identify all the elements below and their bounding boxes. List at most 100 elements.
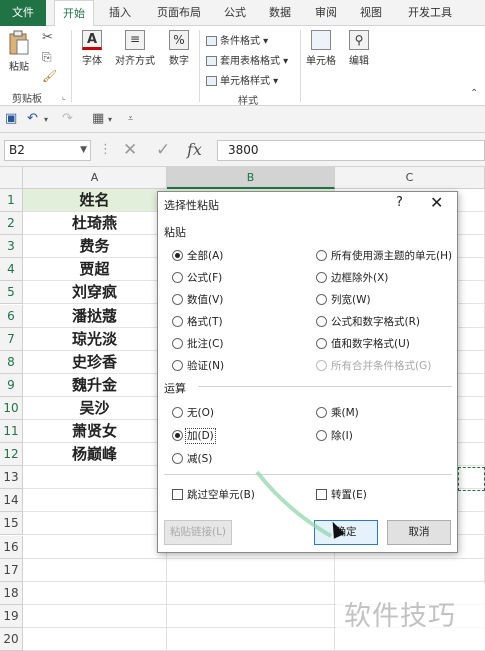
cell-a[interactable] [23, 604, 167, 628]
paste-option-column-widths[interactable]: 列宽(W) [316, 292, 371, 307]
paste-option-values-number-formats[interactable]: 值和数字格式(U) [316, 336, 410, 351]
redo-icon[interactable]: ↷ [62, 111, 73, 126]
cancel-button[interactable]: 取消 [387, 520, 451, 545]
tab-developer[interactable]: 开发工具 [402, 0, 458, 26]
column-header-c[interactable]: C [335, 167, 485, 189]
row-header[interactable]: 9 [0, 373, 23, 397]
help-button[interactable]: ? [396, 195, 403, 210]
cell-a[interactable]: 贾超 [23, 258, 167, 282]
row-header[interactable]: 10 [0, 396, 23, 420]
conditional-format-button[interactable]: 条件格式 ▾ [206, 32, 268, 47]
paste-option-source-theme[interactable]: 所有使用源主题的单元(H) [316, 248, 452, 263]
cell-a[interactable]: 杜琦燕 [23, 212, 167, 236]
cell-a[interactable]: 魏升金 [23, 373, 167, 397]
formula-input[interactable]: 3800 [217, 140, 485, 161]
row-header[interactable]: 14 [0, 489, 23, 513]
cell-a[interactable]: 姓名 [23, 189, 167, 213]
row-header[interactable]: 6 [0, 304, 23, 328]
skip-blanks-checkbox[interactable]: 跳过空单元(B) [172, 487, 255, 502]
cell-a[interactable] [23, 535, 167, 559]
row-header[interactable]: 18 [0, 581, 23, 605]
column-header-a[interactable]: A [23, 167, 167, 189]
undo-dropdown-icon[interactable]: ▾ [44, 115, 48, 124]
row-header[interactable]: 8 [0, 350, 23, 374]
row-header[interactable]: 12 [0, 443, 23, 467]
tab-data[interactable]: 数据 [262, 0, 298, 26]
cell-a[interactable]: 杨巅峰 [23, 443, 167, 467]
row-header[interactable]: 7 [0, 327, 23, 351]
save-icon[interactable]: ▣ [5, 111, 17, 126]
cell-c[interactable] [335, 558, 485, 582]
cell-a[interactable]: 刘穿疯 [23, 281, 167, 305]
row-header[interactable]: 20 [0, 627, 23, 651]
row-header[interactable]: 5 [0, 281, 23, 305]
number-button[interactable]: % 数字 [165, 30, 193, 67]
alignment-button[interactable]: ≡ 对齐方式 [112, 30, 158, 67]
cancel-icon[interactable]: ✕ [123, 140, 137, 160]
row-header[interactable]: 17 [0, 558, 23, 582]
paste-option-validation[interactable]: 验证(N) [172, 358, 224, 373]
paste-option-formulas-number-formats[interactable]: 公式和数字格式(R) [316, 314, 420, 329]
name-box-dropdown-icon[interactable]: ▼ [80, 141, 87, 160]
paste-link-button[interactable]: 粘贴链接(L) [164, 520, 232, 545]
paste-option-comments[interactable]: 批注(C) [172, 336, 224, 351]
operation-option-divide[interactable]: 除(I) [316, 428, 353, 443]
paste-option-formats[interactable]: 格式(T) [172, 314, 223, 329]
table-format-button[interactable]: 套用表格格式 ▾ [206, 52, 288, 67]
paste-option-formulas[interactable]: 公式(F) [172, 270, 222, 285]
copy-icon[interactable]: ⎘ [42, 50, 52, 65]
paste-button[interactable]: 粘贴 [4, 30, 34, 73]
name-box[interactable]: B2 ▼ [4, 140, 91, 161]
editing-button[interactable]: ⚲ 编辑 [344, 30, 374, 67]
cell-b[interactable] [167, 604, 335, 628]
cell-a[interactable] [23, 489, 167, 513]
cell-a[interactable] [23, 512, 167, 536]
operation-option-add[interactable]: 加(D) [172, 428, 216, 444]
row-header[interactable]: 16 [0, 535, 23, 559]
font-button[interactable]: A 字体 [78, 30, 106, 67]
row-header[interactable]: 11 [0, 420, 23, 444]
cell-a[interactable] [23, 581, 167, 605]
paste-option-no-borders[interactable]: 边框除外(X) [316, 270, 388, 285]
cell-styles-button[interactable]: 单元格样式 ▾ [206, 72, 278, 87]
cell-a[interactable]: 史珍香 [23, 350, 167, 374]
row-header[interactable]: 4 [0, 258, 23, 282]
cell-b[interactable] [167, 558, 335, 582]
select-all-corner[interactable] [0, 167, 23, 189]
dialog-launcher-icon[interactable]: ⌞ [62, 92, 66, 101]
row-header[interactable]: 15 [0, 512, 23, 536]
form-icon[interactable]: ▦ [92, 111, 104, 126]
row-header[interactable]: 13 [0, 466, 23, 490]
operation-option-subtract[interactable]: 减(S) [172, 451, 212, 466]
tab-formulas[interactable]: 公式 [217, 0, 253, 26]
cell-a[interactable]: 吴沙 [23, 396, 167, 420]
cell-a[interactable] [23, 558, 167, 582]
close-icon[interactable]: ✕ [430, 193, 443, 212]
operation-option-multiply[interactable]: 乘(M) [316, 405, 359, 420]
cell-a[interactable]: 萧贤女 [23, 420, 167, 444]
tab-view[interactable]: 视图 [353, 0, 389, 26]
tab-page-layout[interactable]: 页面布局 [149, 0, 209, 26]
tab-home[interactable]: 开始 [54, 0, 94, 27]
cut-icon[interactable]: ✂ [42, 30, 53, 45]
column-header-b[interactable]: B [167, 167, 335, 189]
cell-a[interactable]: 琼光淡 [23, 327, 167, 351]
paste-option-values[interactable]: 数值(V) [172, 292, 223, 307]
row-header[interactable]: 1 [0, 189, 23, 213]
paste-option-all[interactable]: 全部(A) [172, 248, 223, 263]
cell-a[interactable] [23, 627, 167, 651]
operation-option-none[interactable]: 无(O) [172, 405, 214, 420]
row-header[interactable]: 3 [0, 235, 23, 259]
collapse-ribbon-icon[interactable]: ⌃ [470, 88, 478, 99]
cell-a[interactable] [23, 466, 167, 490]
format-painter-icon[interactable]: 🖌 [42, 69, 57, 83]
tab-review[interactable]: 审阅 [308, 0, 344, 26]
tab-file[interactable]: 文件 [0, 0, 46, 26]
undo-icon[interactable]: ↶ [27, 111, 38, 126]
cell-a[interactable]: 潘挞蔻 [23, 304, 167, 328]
cells-button[interactable]: 单元格 [303, 30, 339, 67]
cell-a[interactable]: 费务 [23, 235, 167, 259]
insert-function-icon[interactable]: fx [187, 140, 202, 159]
cell-b[interactable] [167, 627, 335, 651]
form-dropdown-icon[interactable]: ▾ [108, 115, 112, 124]
